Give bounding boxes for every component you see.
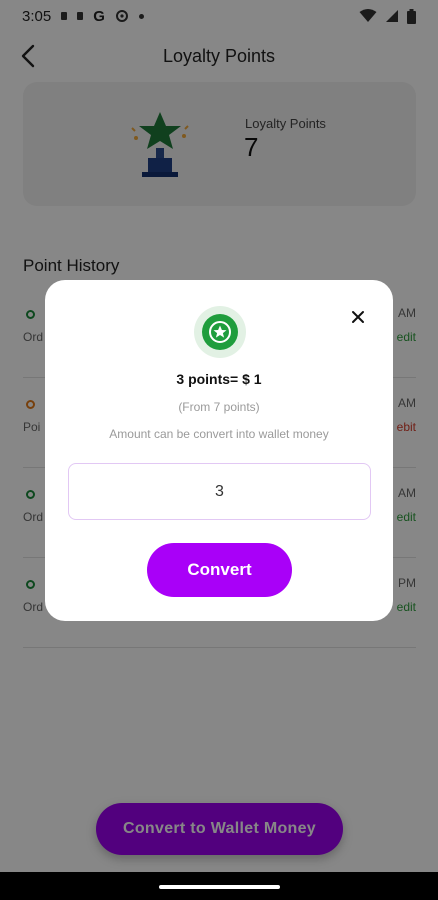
conversion-rate-text: 3 points= $ 1 xyxy=(176,371,262,387)
available-points-text: (From 7 points) xyxy=(178,400,260,414)
home-gesture-handle[interactable] xyxy=(159,885,280,889)
convert-button[interactable]: Convert xyxy=(147,543,292,597)
close-button[interactable] xyxy=(347,306,369,328)
system-nav-bar xyxy=(0,872,438,900)
convert-points-dialog: 3 points= $ 1 (From 7 points) Amount can… xyxy=(45,280,393,621)
star-badge-inner xyxy=(202,314,238,350)
conversion-hint-text: Amount can be convert into wallet money xyxy=(109,427,329,441)
star-icon xyxy=(209,321,231,343)
close-icon xyxy=(352,311,364,323)
star-badge xyxy=(194,306,246,358)
points-amount-input[interactable] xyxy=(68,463,371,520)
